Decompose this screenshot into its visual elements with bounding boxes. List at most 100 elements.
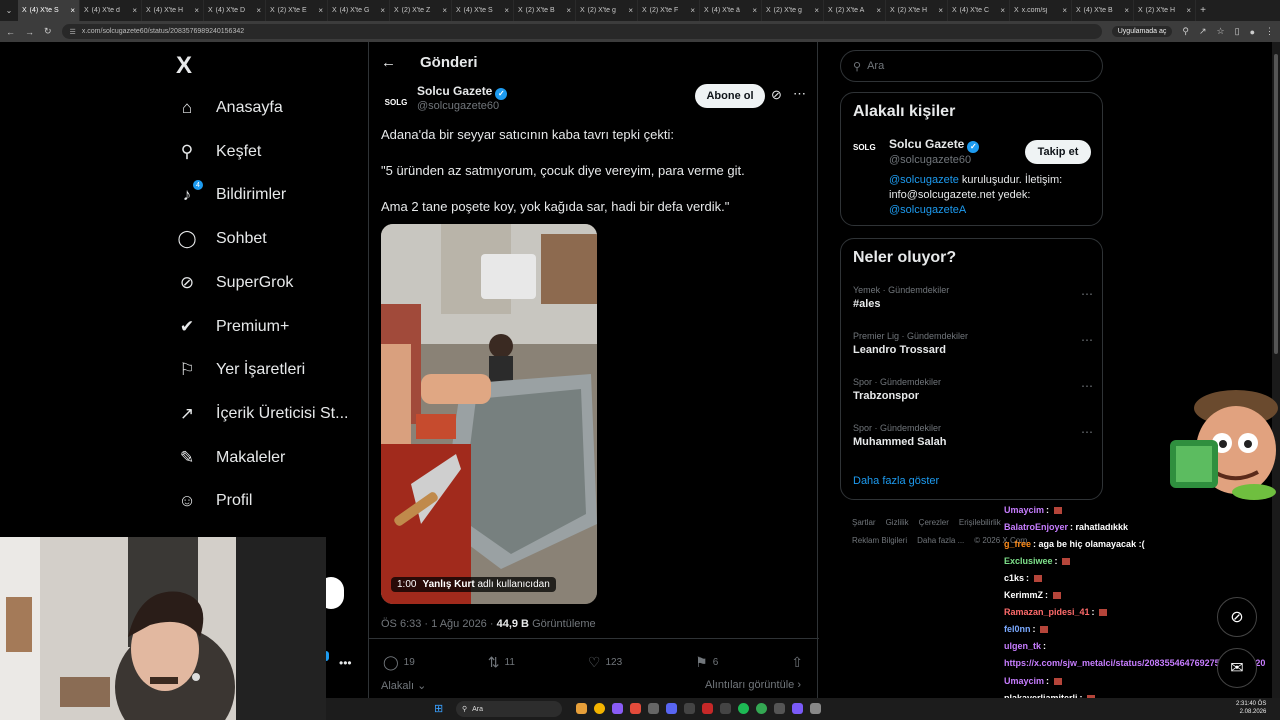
close-tab-icon[interactable]: × <box>628 6 633 15</box>
chrome-icon[interactable] <box>594 703 605 714</box>
discord-icon[interactable] <box>666 703 677 714</box>
close-tab-icon[interactable]: × <box>70 6 75 15</box>
browser-tab[interactable]: X (4) X'te S × <box>18 0 80 21</box>
nav-item[interactable]: ◯ Sohbet <box>176 221 266 257</box>
app-icon[interactable] <box>648 703 659 714</box>
close-tab-icon[interactable]: × <box>938 6 943 15</box>
close-tab-icon[interactable]: × <box>504 6 509 15</box>
bookmark-button[interactable]: ⚑ 6 <box>695 654 718 671</box>
chat-username[interactable]: c1ks <box>1004 573 1024 583</box>
close-tab-icon[interactable]: × <box>566 6 571 15</box>
nav-item[interactable]: ⊘ SuperGrok <box>176 265 294 301</box>
close-tab-icon[interactable]: × <box>256 6 261 15</box>
nav-item[interactable]: ⚐ Yer İşaretleri <box>176 352 305 388</box>
app-icon[interactable] <box>630 703 641 714</box>
author-avatar[interactable]: SOLG <box>381 90 411 114</box>
footer-link[interactable]: Reklam Bilgileri <box>852 536 907 545</box>
close-tab-icon[interactable]: × <box>380 6 385 15</box>
author-handle[interactable]: @solcugazete60 <box>417 100 499 112</box>
nav-item[interactable]: ⌂ Anasayfa <box>176 90 283 126</box>
chat-username[interactable]: ulgen_tk <box>1004 641 1041 651</box>
scrollbar-thumb[interactable] <box>1274 54 1278 354</box>
file-explorer-icon[interactable] <box>576 703 587 714</box>
spotify-icon[interactable] <box>738 703 749 714</box>
app-icon[interactable] <box>756 703 767 714</box>
show-more-link[interactable]: Daha fazla göster <box>853 475 939 487</box>
reply-button[interactable]: ◯ 19 <box>383 654 415 671</box>
grok-fab-button[interactable]: ⊘ <box>1217 597 1257 637</box>
star-icon[interactable]: ☆ <box>1217 26 1225 37</box>
tab-list-dropdown-icon[interactable]: ⌄ <box>0 6 18 15</box>
open-in-app-button[interactable]: Uygulamada aç <box>1111 26 1173 37</box>
close-tab-icon[interactable]: × <box>1124 6 1129 15</box>
chat-username[interactable]: fel0nn <box>1004 624 1031 634</box>
nav-item[interactable]: ♪ 4 Bildirimler <box>176 177 286 213</box>
trend-item[interactable]: Yemek · Gündemdekiler #ales ⋯ <box>853 285 1093 310</box>
browser-tab[interactable]: X (2) X'te g × <box>762 0 824 21</box>
close-tab-icon[interactable]: × <box>442 6 447 15</box>
person-handle[interactable]: @solcugazete60 <box>889 154 971 166</box>
chat-username[interactable]: g_free <box>1004 539 1031 549</box>
chat-username[interactable]: BalatroEnjoyer <box>1004 522 1068 532</box>
browser-tab[interactable]: X (4) X'te C × <box>948 0 1010 21</box>
nav-item[interactable]: ✔ Premium+ <box>176 309 289 345</box>
browser-tab[interactable]: X (2) X'te H × <box>886 0 948 21</box>
app-icon[interactable] <box>702 703 713 714</box>
browser-tab[interactable]: Xx.com/sj × <box>1010 0 1072 21</box>
app-icon[interactable] <box>810 703 821 714</box>
bio-link[interactable]: @solcugazeteA <box>889 204 966 216</box>
post-video[interactable]: 1:00 Yanlış Kurt adlı kullanıcıdan <box>381 224 597 604</box>
x-logo-icon[interactable]: X <box>176 52 192 80</box>
more-icon[interactable]: ⋯ <box>1081 333 1093 347</box>
subscribe-button[interactable]: Abone ol <box>695 84 765 108</box>
close-tab-icon[interactable]: × <box>1062 6 1067 15</box>
trend-item[interactable]: Spor · Gündemdekiler Trabzonspor ⋯ <box>853 377 1093 402</box>
author-name[interactable]: Solcu Gazete ✓ <box>417 84 508 100</box>
url-input[interactable]: ☰ x.com/solcugazete60/status/20835769892… <box>61 24 1102 39</box>
browser-tab[interactable]: X (4) X'te d × <box>80 0 142 21</box>
browser-tab[interactable]: X (2) X'te A × <box>824 0 886 21</box>
windows-start-icon[interactable]: ⊞ <box>434 702 443 715</box>
more-icon[interactable]: ⋯ <box>1081 425 1093 439</box>
app-icon[interactable] <box>612 703 623 714</box>
zoom-icon[interactable]: ⚲ <box>1182 26 1189 37</box>
close-tab-icon[interactable]: × <box>194 6 199 15</box>
browser-tab[interactable]: X (4) X'te B × <box>1072 0 1134 21</box>
browser-tab[interactable]: X (2) X'te Z × <box>390 0 452 21</box>
reload-icon[interactable]: ↻ <box>44 26 52 37</box>
app-icon[interactable] <box>792 703 803 714</box>
close-tab-icon[interactable]: × <box>318 6 323 15</box>
browser-tab[interactable]: X (4) X'te â × <box>700 0 762 21</box>
app-icon[interactable] <box>774 703 785 714</box>
menu-icon[interactable]: ⋮ <box>1265 26 1274 37</box>
more-icon[interactable]: ⋯ <box>1081 287 1093 301</box>
close-tab-icon[interactable]: × <box>1000 6 1005 15</box>
close-tab-icon[interactable]: × <box>876 6 881 15</box>
browser-tab[interactable]: X (2) X'te E × <box>266 0 328 21</box>
search-input[interactable]: ⚲ Ara <box>840 50 1103 82</box>
more-options-icon[interactable]: ⋯ <box>793 86 806 102</box>
chat-username[interactable]: Umaycim <box>1004 505 1044 515</box>
footer-link[interactable]: Şartlar <box>852 518 876 527</box>
person-name[interactable]: Solcu Gazete ✓ <box>889 137 980 153</box>
browser-tab[interactable]: X (2) X'te g × <box>576 0 638 21</box>
bio-link[interactable]: @solcugazete <box>889 174 959 186</box>
follow-button[interactable]: Takip et <box>1025 140 1091 164</box>
chat-username[interactable]: Exclusiwee <box>1004 556 1053 566</box>
messages-fab-button[interactable]: ✉ <box>1217 648 1257 688</box>
back-arrow-icon[interactable]: ← <box>381 54 396 71</box>
back-icon[interactable]: ← <box>6 27 15 37</box>
nav-item[interactable]: ↗ İçerik Üreticisi St... <box>176 396 349 432</box>
trend-item[interactable]: Premier Lig · Gündemdekiler Leandro Tross… <box>853 331 1093 356</box>
grok-icon[interactable]: ⊘ <box>771 87 782 103</box>
new-tab-icon[interactable]: + <box>1196 5 1210 16</box>
video-credit-name[interactable]: Yanlış Kurt <box>422 579 474 590</box>
nav-item[interactable]: ☺ Profil <box>176 483 252 519</box>
like-button[interactable]: ♡ 123 <box>588 654 622 671</box>
browser-tab[interactable]: X (4) X'te H × <box>142 0 204 21</box>
post-time[interactable]: ÖS 6:33 · 1 Ağu 2026 · <box>381 618 494 630</box>
browser-tab[interactable]: X (2) X'te H × <box>1134 0 1196 21</box>
reply-sort-dropdown[interactable]: Alakalı ⌄ <box>381 679 426 692</box>
browser-tab[interactable]: X (4) X'te D × <box>204 0 266 21</box>
nav-item[interactable]: ⚲ Keşfet <box>176 134 262 170</box>
